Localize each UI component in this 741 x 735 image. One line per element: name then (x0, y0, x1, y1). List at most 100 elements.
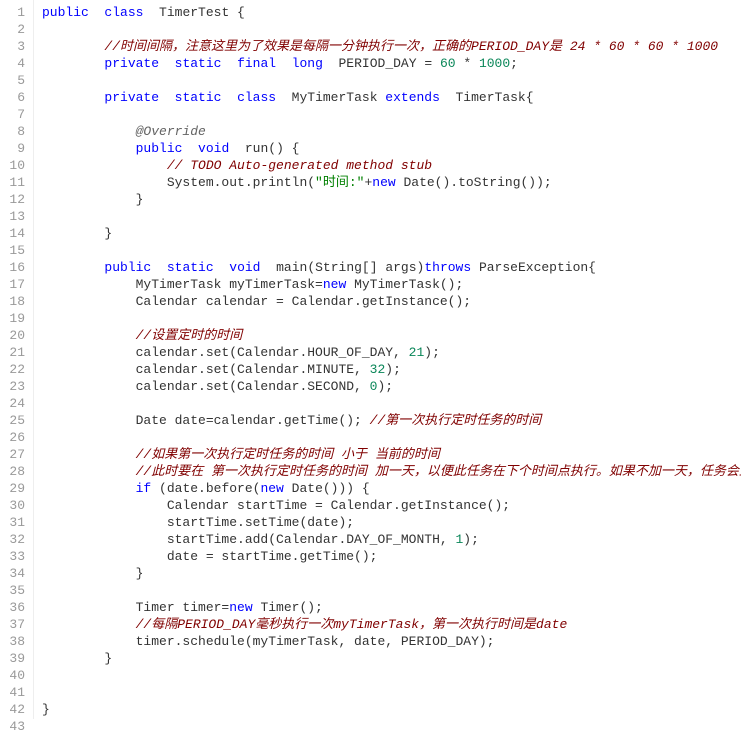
code-token: TimerTest { (159, 5, 245, 20)
line-number: 29 (4, 480, 25, 497)
code-token: timer.schedule(myTimerTask, date, PERIOD… (42, 634, 494, 649)
line-number: 1 (4, 4, 25, 21)
line-number: 21 (4, 344, 25, 361)
code-token: "时间:" (315, 175, 364, 190)
line-number-gutter: 1234567891011121314151617181920212223242… (0, 0, 34, 719)
code-line: } (42, 225, 741, 242)
code-token: new (372, 175, 395, 190)
code-token: ParseException{ (471, 260, 596, 275)
code-line (42, 106, 741, 123)
line-number: 30 (4, 497, 25, 514)
code-line (42, 310, 741, 327)
code-line: System.out.println("时间:"+new Date().toSt… (42, 174, 741, 191)
line-number: 34 (4, 565, 25, 582)
code-token: (date.before( (151, 481, 260, 496)
line-number: 12 (4, 191, 25, 208)
code-token: * (456, 56, 479, 71)
line-number: 33 (4, 548, 25, 565)
code-token (42, 447, 136, 462)
code-token: extends (385, 90, 440, 105)
line-number: 18 (4, 293, 25, 310)
code-line (42, 667, 741, 684)
line-number: 36 (4, 599, 25, 616)
code-token (151, 260, 167, 275)
code-token (42, 124, 136, 139)
code-token: calendar.set(Calendar.MINUTE, (42, 362, 370, 377)
code-line: startTime.setTime(date); (42, 514, 741, 531)
code-token: void (229, 260, 260, 275)
code-token (221, 56, 237, 71)
line-number: 14 (4, 225, 25, 242)
code-line (42, 582, 741, 599)
line-number: 40 (4, 667, 25, 684)
code-line: startTime.add(Calendar.DAY_OF_MONTH, 1); (42, 531, 741, 548)
code-line: Date date=calendar.getTime(); //第一次执行定时任… (42, 412, 741, 429)
line-number: 19 (4, 310, 25, 327)
code-token: } (42, 651, 112, 666)
code-line: //时间间隔，注意这里为了效果是每隔一分钟执行一次，正确的PERIOD_DAY是… (42, 38, 741, 55)
line-number: 25 (4, 412, 25, 429)
code-token (42, 158, 167, 173)
code-token: ); (377, 379, 393, 394)
code-token: (String[] args) (307, 260, 424, 275)
code-token: 32 (370, 362, 386, 377)
code-line: // TODO Auto-generated method stub (42, 157, 741, 174)
code-token (42, 617, 136, 632)
line-number: 42 (4, 701, 25, 718)
code-token: static (175, 90, 222, 105)
line-number: 7 (4, 106, 25, 123)
code-token: static (175, 56, 222, 71)
line-number: 5 (4, 72, 25, 89)
code-token: public (136, 141, 183, 156)
line-number: 20 (4, 327, 25, 344)
code-line: //此时要在 第一次执行定时任务的时间 加一天，以便此任务在下个时间点执行。如果… (42, 463, 741, 480)
code-token (214, 260, 230, 275)
code-token: // TODO Auto-generated method stub (167, 158, 432, 173)
code-token: private (104, 56, 159, 71)
line-number: 22 (4, 361, 25, 378)
code-line (42, 72, 741, 89)
code-line: public class TimerTest { (42, 4, 741, 21)
line-number: 27 (4, 446, 25, 463)
code-token: Date())) { (284, 481, 370, 496)
code-token: static (167, 260, 214, 275)
code-token: date = startTime.getTime(); (42, 549, 377, 564)
code-token: new (323, 277, 346, 292)
code-token (42, 260, 104, 275)
line-number: 9 (4, 140, 25, 157)
code-line (42, 21, 741, 38)
code-area: public class TimerTest { //时间间隔，注意这里为了效果… (34, 0, 741, 719)
code-line (42, 208, 741, 225)
code-token: Timer(); (253, 600, 323, 615)
code-token: new (229, 600, 252, 615)
code-line: } (42, 565, 741, 582)
code-token (182, 141, 198, 156)
code-token (89, 5, 105, 20)
line-number: 24 (4, 395, 25, 412)
code-line: //设置定时的时间 (42, 327, 741, 344)
code-token: 1000 (479, 56, 510, 71)
code-token (42, 39, 104, 54)
code-line (42, 718, 741, 735)
code-line: Calendar calendar = Calendar.getInstance… (42, 293, 741, 310)
code-line: } (42, 191, 741, 208)
code-token (42, 90, 104, 105)
line-number: 23 (4, 378, 25, 395)
code-line: @Override (42, 123, 741, 140)
code-line: private static final long PERIOD_DAY = 6… (42, 55, 741, 72)
code-line: //每隔PERIOD_DAY毫秒执行一次myTimerTask，第一次执行时间是… (42, 616, 741, 633)
code-token: //此时要在 第一次执行定时任务的时间 加一天，以便此任务在下个时间点执行。如果… (136, 464, 741, 479)
code-line: timer.schedule(myTimerTask, date, PERIOD… (42, 633, 741, 650)
code-token (42, 481, 136, 496)
code-token: Timer timer= (42, 600, 229, 615)
code-token: calendar.set(Calendar.SECOND, (42, 379, 370, 394)
code-line: calendar.set(Calendar.MINUTE, 32); (42, 361, 741, 378)
code-token: PERIOD_DAY = (323, 56, 440, 71)
code-token (159, 56, 175, 71)
code-line: public static void main(String[] args)th… (42, 259, 741, 276)
code-token (221, 90, 237, 105)
line-number: 6 (4, 89, 25, 106)
code-token: calendar.set(Calendar.HOUR_OF_DAY, (42, 345, 409, 360)
code-token (42, 464, 136, 479)
code-token: MyTimerTask (276, 90, 385, 105)
